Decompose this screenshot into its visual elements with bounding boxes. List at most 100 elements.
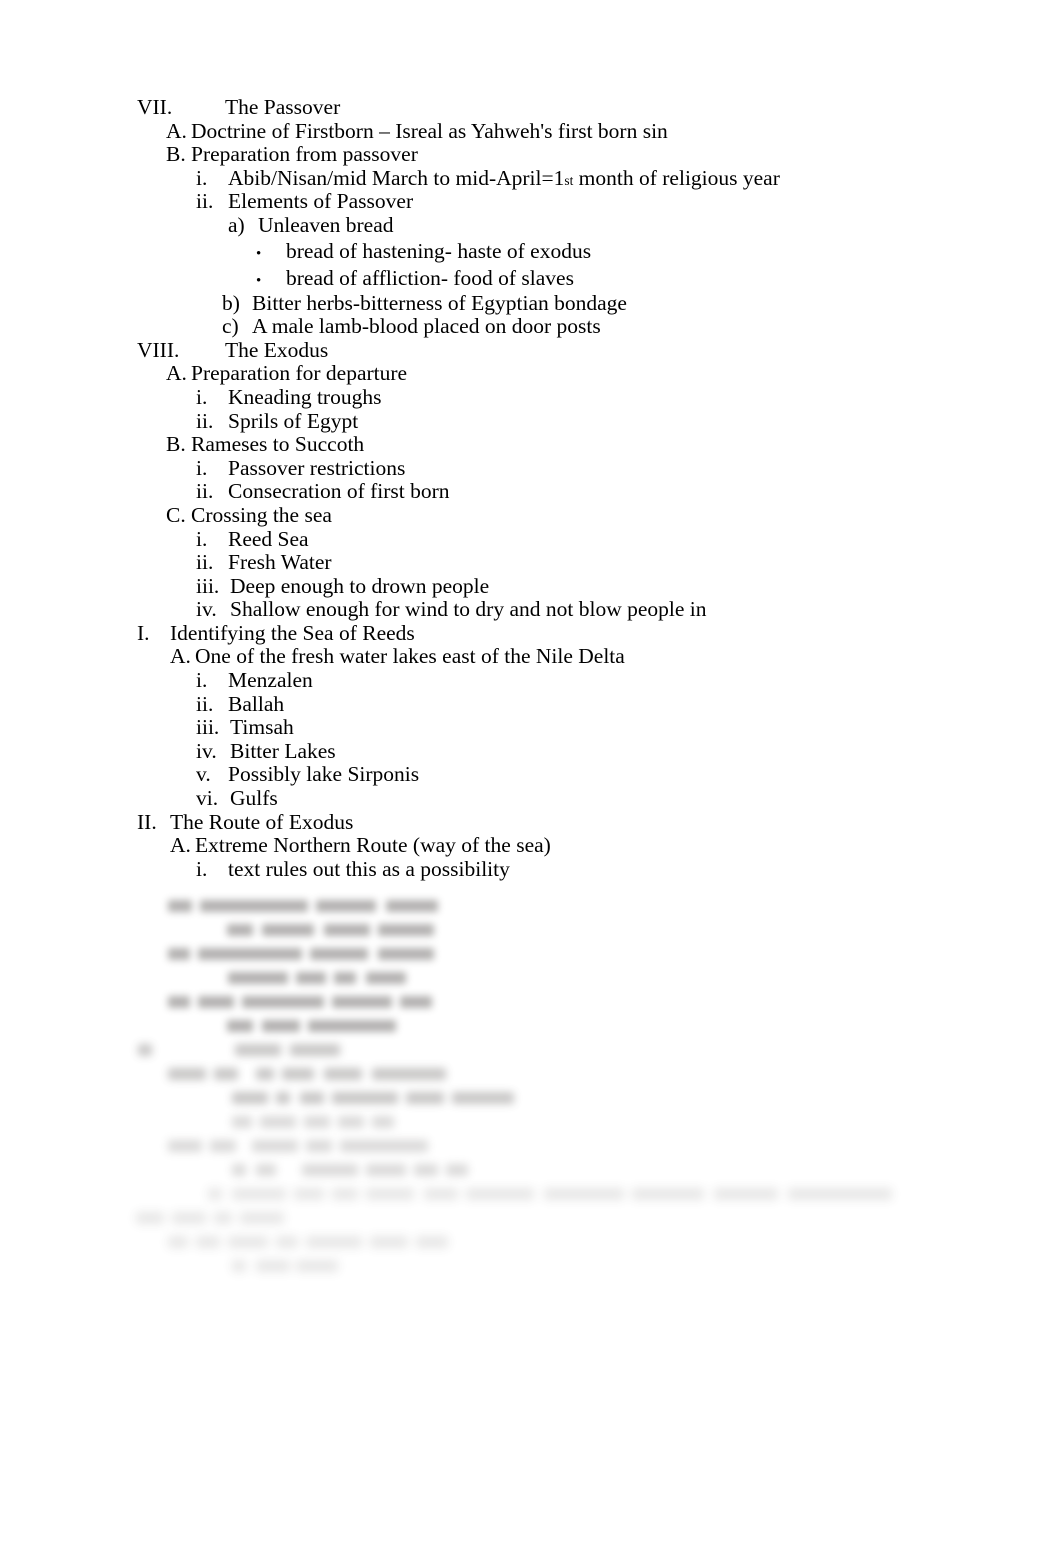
outline-text: The Passover (225, 95, 341, 119)
list-marker: vi. (196, 786, 219, 811)
outline-line: A. One of the fresh water lakes east of … (0, 645, 1062, 669)
outline-text: The Route of Exodus (170, 809, 354, 834)
outline-line: VIII. The Exodus (0, 337, 1062, 363)
outline-line: iv. Shallow enough for wind to dry and n… (0, 598, 1062, 622)
outline-line: i. Abib/Nisan/mid March to mid-April=1 st… (196, 165, 780, 190)
list-marker: ii. (196, 550, 214, 575)
list-marker: ii. (196, 408, 214, 433)
outline-line: A. Doctrine of Firstborn – Isreal as Yah… (0, 118, 1062, 144)
outline-text: Bitter herbs-bitterness of Egyptian bond… (252, 290, 627, 315)
outline-text: Sprils of Egypt (228, 408, 359, 433)
list-marker: C. (166, 502, 186, 527)
list-marker: ii. (196, 691, 214, 716)
outline-line: iii. Deep enough to drown people (0, 573, 1062, 599)
outline-line: • bread of affliction- food of slaves (0, 265, 1062, 292)
list-marker: A. (166, 118, 187, 143)
list-marker: c) (222, 314, 239, 339)
outline-text: Ballah (228, 691, 285, 716)
outline-text: text rules out this as a possibility (228, 856, 510, 881)
list-marker: I. (137, 620, 150, 645)
outline-line: v. Possibly lake Sirponis (0, 763, 1062, 787)
list-marker: ii. (196, 479, 214, 504)
list-marker: A. (166, 361, 187, 386)
outline-text: Deep enough to drown people (230, 573, 490, 598)
outline-line: II. The Route of Exodus (0, 809, 1062, 835)
outline-text: Crossing the sea (191, 502, 332, 527)
list-marker: VIII. (137, 337, 180, 362)
outline-line: ii. Elements of Passover (0, 190, 1062, 214)
outline-text: Preparation from passover (191, 142, 418, 167)
outline-text: Bitter Lakes (230, 738, 336, 763)
outline-text: Possibly lake Sirponis (228, 762, 420, 787)
list-marker: iii. (196, 573, 220, 598)
outline-line: I. Identifying the Sea of Reeds (0, 620, 1062, 646)
outline-text: Timsah (230, 715, 294, 740)
list-marker: iii. (196, 715, 220, 740)
outline-text: A male lamb-blood placed on door posts (252, 314, 601, 339)
bullet-icon: • (256, 245, 262, 262)
list-marker: i. (196, 856, 208, 881)
list-marker: A. (170, 644, 191, 669)
outline-line: a) Unleaven bread (0, 212, 1062, 238)
outline-line: b) Bitter herbs-bitterness of Egyptian b… (0, 290, 1062, 316)
list-marker: i. (196, 526, 208, 551)
list-marker: i. (196, 668, 208, 693)
outline-text: Fresh Water (228, 550, 332, 575)
outline-line: i. Menzalen (0, 668, 1062, 693)
outline-text: One of the fresh water lakes east of the… (195, 644, 625, 669)
outline-text: Passover restrictions (228, 455, 406, 480)
outline-line: A. Preparation for departure (0, 362, 1062, 386)
list-marker: II. (137, 809, 157, 834)
outline-line: ii. Sprils of Egypt (0, 408, 1062, 434)
document-page: VII. The Passover A. Doctrine of Firstbo… (0, 0, 1062, 1556)
outline-text: Menzalen (228, 668, 313, 693)
outline-line: C. Crossing the sea (0, 502, 1062, 528)
outline-text: Rameses to Succoth (191, 432, 365, 457)
outline-text: Identifying the Sea of Reeds (170, 620, 415, 645)
outline-text: bread of hastening- haste of exodus (286, 238, 592, 263)
outline-text: Consecration of first born (228, 479, 450, 504)
list-marker: v. (196, 762, 211, 787)
outline-text: bread of affliction- food of slaves (286, 265, 574, 290)
outline-content: VII. The Passover A. Doctrine of Firstbo… (0, 95, 1062, 882)
outline-text: The Exodus (225, 337, 329, 362)
outline-text: Preparation for departure (191, 361, 408, 386)
list-marker: i. (196, 384, 208, 409)
outline-line: i. Reed Sea (0, 526, 1062, 552)
list-marker: i. (196, 165, 208, 190)
outline-line: ii. Consecration of first born (0, 480, 1062, 504)
outline-line: B. Rameses to Succoth (0, 433, 1062, 457)
outline-text: Doctrine of Firstborn – Isreal as Yahweh… (191, 118, 668, 143)
outline-text: Shallow enough for wind to dry and not b… (230, 597, 707, 622)
outline-text: Unleaven bread (258, 212, 394, 237)
outline-line: A. Extreme Northern Route (way of the se… (0, 834, 1062, 858)
list-marker: a) (228, 212, 245, 237)
list-marker: VII. (137, 95, 173, 119)
list-marker: ii. (196, 189, 214, 214)
outline-line: i. text rules out this as a possibility (0, 856, 1062, 882)
list-marker: B. (166, 142, 186, 167)
outline-line: iv. Bitter Lakes (0, 738, 1062, 764)
outline-text: Elements of Passover (228, 189, 414, 214)
list-marker: B. (166, 432, 186, 457)
list-marker: iv. (196, 738, 217, 763)
outline-text: Gulfs (230, 786, 278, 811)
outline-line: iii. Timsah (0, 716, 1062, 740)
list-marker: i. (196, 455, 208, 480)
outline-text: Kneading troughs (228, 384, 382, 409)
outline-text-tail: month of religious year (573, 165, 780, 190)
outline-line: ii. Ballah (0, 691, 1062, 717)
outline-line: • bread of hastening- haste of exodus (0, 238, 1062, 265)
outline-line: i. Passover restrictions (0, 455, 1062, 481)
outline-text: Abib/Nisan/mid March to mid-April=1 (228, 165, 565, 190)
outline-line: vi. Gulfs (0, 786, 1062, 811)
list-marker: iv. (196, 597, 217, 622)
outline-line: c) A male lamb-blood placed on door post… (0, 315, 1062, 339)
outline-line: B. Preparation from passover (0, 143, 1062, 167)
list-marker: b) (222, 290, 240, 315)
list-marker: A. (170, 833, 191, 858)
outline-text: Reed Sea (228, 526, 309, 551)
outline-line: i. Kneading troughs (0, 384, 1062, 410)
outline-line: VII. The Passover (0, 95, 1062, 120)
outline-line: ii. Fresh Water (0, 550, 1062, 575)
